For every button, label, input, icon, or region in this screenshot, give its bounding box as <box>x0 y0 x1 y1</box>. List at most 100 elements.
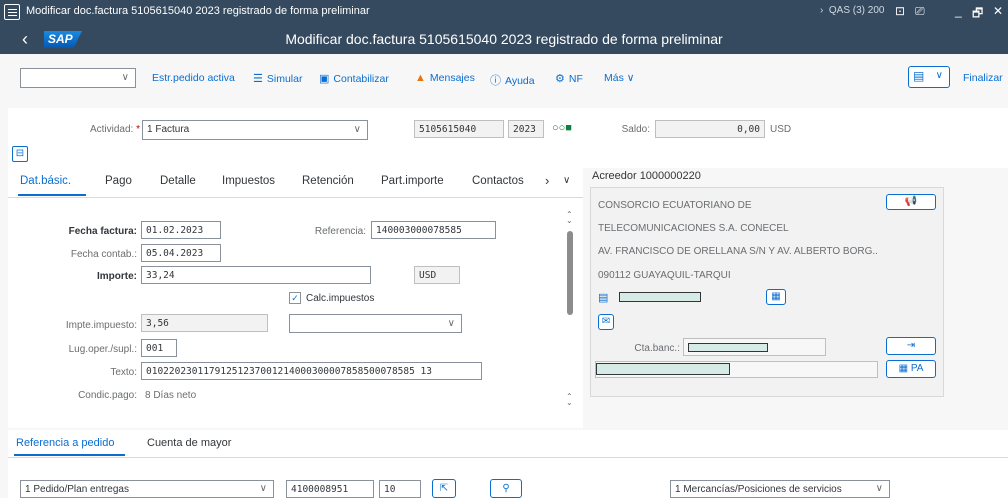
po-type-select[interactable]: 1 Pedido/Plan entregas ∨ <box>20 480 274 498</box>
vendor-details-button[interactable]: ▦ <box>766 289 786 305</box>
mail-icon[interactable]: ✉ <box>598 314 614 330</box>
variant-select[interactable]: ∨ <box>20 68 136 88</box>
close-icon[interactable]: ✕ <box>993 4 1003 18</box>
moneda-field: USD <box>414 266 460 284</box>
fecha-factura-field[interactable]: 01.02.2023 <box>141 221 221 239</box>
tab-detalle[interactable]: Detalle <box>160 175 196 187</box>
simulate-icon: ☰ <box>253 73 263 85</box>
po-search-button[interactable]: ⚲ <box>490 479 522 498</box>
minimize-icon[interactable]: _ <box>955 4 962 18</box>
po-item-field[interactable]: 10 <box>379 480 421 498</box>
impte-impuesto-field: 3,56 <box>141 314 268 332</box>
active-bottom-tab-indicator <box>14 454 125 456</box>
texto-field[interactable]: 0102202301179125123700121400030000785850… <box>141 362 482 380</box>
layout-icon[interactable]: ⎚ <box>915 4 925 19</box>
tab-part-importe[interactable]: Part.importe <box>381 175 444 187</box>
chevron-right-icon[interactable]: › <box>545 173 549 188</box>
mensajes-button[interactable]: ▲ Mensajes <box>415 72 475 84</box>
nf-icon: ⚙ <box>555 73 565 85</box>
tab-contactos[interactable]: Contactos <box>472 175 524 187</box>
cta-banc-highlight <box>688 343 768 352</box>
referencia-label: Referencia: <box>314 226 366 237</box>
megaphone-icon: 📢 <box>904 196 918 207</box>
tab-referencia-pedido[interactable]: Referencia a pedido <box>16 437 114 449</box>
vendor-line-2: TELECOMUNICACIONES S.A. CONECEL <box>598 223 789 234</box>
list-icon[interactable]: ▤ <box>598 291 608 304</box>
transfer-icon: ⇥ <box>906 340 916 351</box>
ayuda-button[interactable]: ⓘ Ayuda <box>490 72 535 88</box>
finalizar-button[interactable]: Finalizar <box>963 72 1003 84</box>
cta-banc-label: Cta.banc.: <box>634 343 680 354</box>
saldo-label: Saldo: <box>621 124 650 135</box>
form-scrollbar[interactable] <box>567 231 573 315</box>
menu-icon[interactable] <box>4 4 20 20</box>
impuesto-code-select[interactable]: ∨ <box>289 314 462 333</box>
actividad-select[interactable]: 1 Factura ∨ <box>142 120 368 140</box>
bank-transfer-button[interactable]: ⇥ <box>886 337 936 355</box>
calc-impuestos-checkbox[interactable]: ✓ <box>289 292 301 304</box>
layout-settings-icon: ▤ <box>913 69 925 83</box>
help-icon: ⓘ <box>490 75 501 87</box>
contabilizar-button[interactable]: ▣ Contabilizar <box>319 72 389 85</box>
chevron-down-icon: ∨ <box>353 124 361 135</box>
system-info: › QAS (3) 200 <box>820 5 885 16</box>
open-icon: ⇱ <box>439 483 449 494</box>
chevron-down-icon[interactable]: ∨ <box>563 175 570 186</box>
warning-icon: ▲ <box>415 72 426 84</box>
mercancias-select[interactable]: 1 Mercancías/Posiciones de servicios ∨ <box>670 480 890 498</box>
fecha-factura-label: Fecha factura: <box>68 226 137 237</box>
year-field: 2023 <box>508 120 544 138</box>
post-icon: ▣ <box>319 73 330 85</box>
lug-oper-label: Lug.oper./supl.: <box>68 344 137 355</box>
chevron-down-icon: ∨ <box>259 483 267 494</box>
impte-impuesto-label: Impte.impuesto: <box>65 320 137 331</box>
scroll-up-icon[interactable]: ⌃ ⌄ <box>566 211 573 225</box>
chevron-down-icon: ∨ <box>935 70 943 81</box>
scroll-down-icon[interactable]: ⌃ ⌄ <box>566 393 573 407</box>
estr-pedido-button[interactable]: Estr.pedido activa <box>152 72 235 84</box>
doc-number-field: 5105615040 <box>414 120 504 138</box>
nf-button[interactable]: ⚙ NF <box>555 72 583 85</box>
referencia-field[interactable]: 140003000078585 <box>371 221 496 239</box>
fecha-contab-label: Fecha contab.: <box>70 249 137 260</box>
shell-bar: Modificar doc.factura 5105615040 2023 re… <box>0 24 1008 54</box>
toolbar: ∨ Estr.pedido activa ☰ Simular ▣ Contabili… <box>0 64 1008 92</box>
table-icon: ▦ <box>898 363 911 374</box>
importe-label: Importe: <box>97 271 137 282</box>
page-title: Modificar doc.factura 5105615040 2023 re… <box>285 31 723 47</box>
lug-oper-field[interactable]: 001 <box>141 339 177 357</box>
actividad-label: Actividad: * <box>89 124 140 135</box>
saldo-field: 0,00 <box>655 120 765 138</box>
simular-button[interactable]: ☰ Simular <box>253 72 302 85</box>
condic-pago-value: 8 Días neto <box>145 390 197 401</box>
maximize-icon[interactable]: 🗗 <box>972 4 983 25</box>
bottom-tab-divider <box>8 457 1008 458</box>
tab-pago[interactable]: Pago <box>105 175 132 187</box>
vendor-field-1 <box>619 292 701 302</box>
tab-cuenta-mayor[interactable]: Cuenta de mayor <box>147 437 231 449</box>
importe-field[interactable]: 33,24 <box>141 266 371 284</box>
tab-retencion[interactable]: Retención <box>302 175 354 187</box>
document-icon: ▦ <box>771 291 781 302</box>
status-icon: ○○■ <box>552 122 572 134</box>
vendor-display-button[interactable]: 📢 <box>886 194 936 210</box>
vendor-line-3: AV. FRANCISCO DE ORELLANA S/N Y AV. ALBE… <box>598 246 878 257</box>
vendor-title: Acreedor 1000000220 <box>592 170 701 182</box>
tab-dat-basic[interactable]: Dat.básic. <box>20 175 71 187</box>
texto-label: Texto: <box>110 367 137 378</box>
fecha-contab-field[interactable]: 05.04.2023 <box>141 244 221 262</box>
search-icon: ⚲ <box>502 483 510 494</box>
chevron-down-icon: ∨ <box>447 318 455 329</box>
tab-impuestos[interactable]: Impuestos <box>222 175 275 187</box>
condic-pago-label: Condic.pago: <box>78 390 137 401</box>
collapse-icon[interactable]: ⊟ <box>12 146 28 162</box>
back-icon[interactable]: ‹ <box>22 29 28 50</box>
settings-dropdown[interactable]: ▤ ∨ <box>908 66 950 88</box>
po-number-field[interactable]: 4100008951 <box>286 480 374 498</box>
tab-divider <box>8 197 583 198</box>
customize-icon[interactable]: ⊡ <box>895 4 905 18</box>
window-title: Modificar doc.factura 5105615040 2023 re… <box>26 5 370 17</box>
po-open-button[interactable]: ⇱ <box>432 479 456 498</box>
mas-button[interactable]: Más ∨ <box>604 72 634 84</box>
pa-button[interactable]: ▦ PA <box>886 360 936 378</box>
